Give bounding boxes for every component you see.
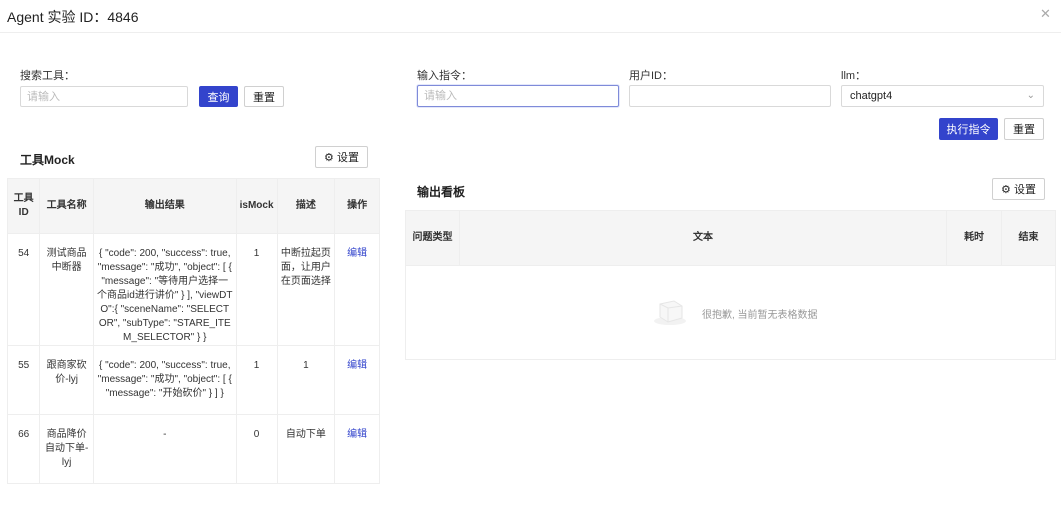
col-duration: 耗时: [946, 210, 1003, 266]
table-row: 66 商品降价自动下单-lyj - 0 自动下单 编辑: [6, 414, 380, 484]
page-title: Agent 实验 ID：4846: [7, 9, 139, 25]
instruction-input[interactable]: [417, 85, 619, 107]
cell-tool-id: 66: [6, 414, 41, 484]
cell-desc: 中断拉起页面，让用户在页面选择: [276, 233, 336, 346]
col-is-mock: isMock: [235, 178, 278, 234]
tool-mock-settings-button[interactable]: ⚙ 设置: [315, 146, 368, 168]
cell-desc: 1: [276, 345, 336, 415]
col-output: 输出结果: [92, 178, 237, 234]
cell-is-mock: 1: [235, 233, 278, 346]
instruction-label: 输入指令：: [417, 70, 472, 82]
col-end: 结束: [1001, 210, 1056, 266]
cell-is-mock: 0: [235, 414, 278, 484]
table-row: 54 测试商品中断器 { "code": 200, "success": tru…: [6, 233, 380, 346]
search-tool-label: 搜索工具：: [20, 70, 75, 82]
llm-selected-value: chatgpt4: [850, 90, 893, 102]
tool-mock-table: 工具ID 工具名称 输出结果 isMock 描述 操作 54 测试商品中断器 {…: [6, 178, 380, 484]
cell-tool-name: 测试商品中断器: [39, 233, 94, 346]
llm-select[interactable]: chatgpt4 ⌄: [841, 85, 1044, 107]
col-tool-id: 工具ID: [6, 178, 41, 234]
close-icon[interactable]: ✕: [1040, 6, 1051, 22]
execute-button[interactable]: 执行指令: [939, 118, 998, 140]
table-row: 55 跟商家砍价-lyj { "code": 200, "success": t…: [6, 345, 380, 415]
cell-tool-name: 商品降价自动下单-lyj: [39, 414, 94, 484]
cell-tool-id: 55: [6, 345, 41, 415]
cell-tool-id: 54: [6, 233, 41, 346]
settings-icon: ⚙: [1001, 184, 1011, 196]
output-board-title: 输出看板: [417, 185, 466, 199]
output-board-settings-button[interactable]: ⚙ 设置: [992, 178, 1045, 200]
header-divider: [0, 32, 1061, 33]
col-desc: 描述: [276, 178, 336, 234]
chevron-down-icon: ⌄: [1026, 90, 1035, 101]
col-question-type: 问题类型: [405, 210, 460, 266]
cell-output: { "code": 200, "success": true, "message…: [92, 233, 237, 346]
cell-is-mock: 1: [235, 345, 278, 415]
user-id-input[interactable]: [629, 85, 831, 107]
col-tool-name: 工具名称: [39, 178, 94, 234]
query-button[interactable]: 查询: [199, 86, 238, 107]
llm-label: llm：: [841, 70, 867, 82]
output-board-settings-label: 设置: [1013, 184, 1036, 196]
edit-link[interactable]: 编辑: [347, 248, 367, 259]
search-tool-input[interactable]: [20, 86, 188, 107]
col-action: 操作: [334, 178, 380, 234]
cell-output: { "code": 200, "success": true, "message…: [92, 345, 237, 415]
empty-state: 很抱歉, 当前暂无表格数据: [405, 264, 1056, 360]
command-reset-button[interactable]: 重置: [1004, 118, 1044, 140]
search-reset-button[interactable]: 重置: [244, 86, 284, 107]
settings-icon: ⚙: [324, 152, 334, 164]
empty-state-text: 很抱歉, 当前暂无表格数据: [702, 310, 818, 321]
empty-box-icon: [654, 300, 686, 325]
edit-link[interactable]: 编辑: [347, 429, 367, 440]
tool-mock-title: 工具Mock: [20, 153, 75, 167]
tool-mock-settings-label: 设置: [336, 152, 359, 164]
cell-output: -: [92, 414, 237, 484]
output-board-table: 问题类型 文本 耗时 结束: [405, 210, 1056, 266]
edit-link[interactable]: 编辑: [347, 360, 367, 371]
cell-tool-name: 跟商家砍价-lyj: [39, 345, 94, 415]
col-text: 文本: [458, 210, 948, 266]
cell-desc: 自动下单: [276, 414, 336, 484]
user-id-label: 用户ID：: [629, 70, 673, 82]
